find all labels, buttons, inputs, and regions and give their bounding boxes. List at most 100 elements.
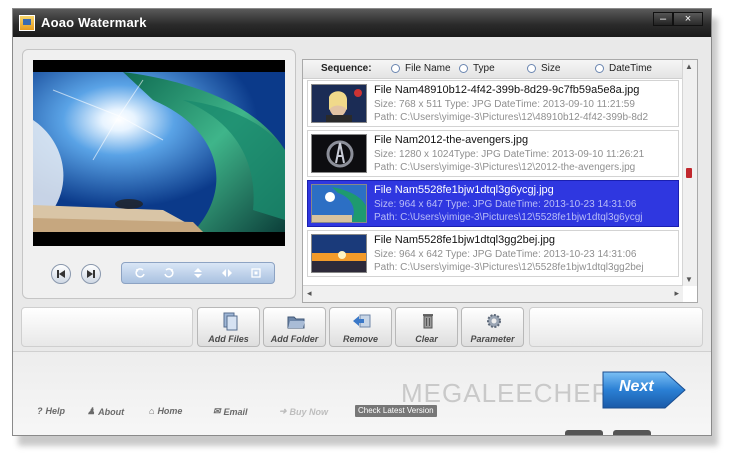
home-label: Home bbox=[157, 406, 183, 416]
toolbar-spacer bbox=[21, 307, 193, 347]
parameter-button[interactable]: Parameter bbox=[461, 307, 524, 347]
skip-back-button[interactable] bbox=[51, 264, 71, 284]
clear-label: Clear bbox=[415, 334, 438, 344]
minimize-button[interactable]: – bbox=[653, 12, 673, 26]
home-icon: ⌂ bbox=[149, 406, 155, 416]
radio-label: File Name bbox=[405, 63, 451, 74]
app-logo-icon bbox=[19, 15, 35, 31]
file-list-item[interactable]: File Nam5528fe1bjw1dtql3gg2bej.jpg Size:… bbox=[307, 230, 679, 277]
sort-type-radio[interactable]: Type bbox=[459, 63, 495, 74]
help-link[interactable]: ? Help bbox=[37, 406, 65, 416]
email-link[interactable]: ✉ Email bbox=[213, 406, 248, 417]
rotate-right-button[interactable] bbox=[160, 265, 178, 281]
thumbnail-image bbox=[311, 184, 367, 223]
scroll-up-icon[interactable]: ▲ bbox=[685, 62, 693, 71]
preview-panel bbox=[22, 49, 296, 299]
file-list: File Nam48910b12-4f42-399b-8d29-9c7fb59a… bbox=[307, 80, 679, 280]
gear-icon bbox=[487, 314, 501, 328]
action-toolbar: Add Files Add Folder Remove Clear Parame… bbox=[13, 307, 711, 351]
add-folder-button[interactable]: Add Folder bbox=[263, 307, 326, 347]
rotate-left-icon bbox=[135, 268, 146, 278]
remove-icon bbox=[353, 314, 371, 328]
remove-button[interactable]: Remove bbox=[329, 307, 392, 347]
bottom-bar: MEGALEECHER.NET Next ? Help ♟ About ⌂ Home … bbox=[13, 351, 711, 435]
flip-horizontal-icon bbox=[221, 269, 232, 277]
file-list-item[interactable]: File Nam48910b12-4f42-399b-8d29-9c7fb59a… bbox=[307, 80, 679, 127]
app-window: Aoao Watermark – × Sequence: File Name T… bbox=[12, 8, 712, 436]
scroll-thumb[interactable] bbox=[686, 168, 692, 178]
sort-datetime-radio[interactable]: DateTime bbox=[595, 63, 652, 74]
scroll-down-icon[interactable]: ▼ bbox=[685, 275, 693, 284]
add-files-label: Add Files bbox=[208, 334, 249, 344]
cart-icon: ➜ bbox=[279, 406, 287, 416]
window-tab bbox=[613, 430, 651, 435]
file-meta: Size: 1280 x 1024Type: JPG DateTime: 201… bbox=[374, 149, 645, 160]
file-name: File Nam2012-the-avengers.jpg bbox=[374, 134, 529, 146]
skip-forward-button[interactable] bbox=[81, 264, 101, 284]
add-files-icon bbox=[223, 312, 238, 331]
help-label: Help bbox=[45, 406, 66, 416]
rotate-right-icon bbox=[164, 268, 174, 278]
file-list-item[interactable]: File Nam2012-the-avengers.jpg Size: 1280… bbox=[307, 130, 679, 177]
vertical-scrollbar[interactable]: ▲ ▼ bbox=[682, 60, 697, 286]
fit-screen-icon bbox=[250, 268, 261, 278]
title-bar[interactable]: Aoao Watermark – × bbox=[13, 9, 711, 37]
scroll-right-icon[interactable]: ▸ bbox=[674, 288, 679, 299]
flip-vertical-icon bbox=[193, 268, 202, 278]
thumbnail-image bbox=[311, 234, 367, 273]
trash-icon bbox=[423, 314, 433, 329]
add-files-button[interactable]: Add Files bbox=[197, 307, 260, 347]
sort-filename-radio[interactable]: File Name bbox=[391, 63, 451, 74]
sequence-bar: Sequence: File Name Type Size DateTime bbox=[303, 60, 683, 79]
thumbnail-image bbox=[311, 84, 367, 123]
add-folder-label: Add Folder bbox=[270, 334, 319, 344]
next-button[interactable]: Next bbox=[601, 368, 689, 412]
file-meta: Size: 964 x 642 Type: JPG DateTime: 2013… bbox=[374, 249, 637, 260]
file-name: File Nam5528fe1bjw1dtql3g6ycgj.jpg bbox=[374, 184, 554, 196]
window-tab bbox=[565, 430, 603, 435]
radio-label: DateTime bbox=[609, 63, 652, 74]
file-name: File Nam48910b12-4f42-399b-8d29-9c7fb59a… bbox=[374, 84, 640, 96]
file-path: Path: C:\Users\yimige-3\Pictures\12\2012… bbox=[374, 162, 636, 173]
horizontal-scrollbar[interactable]: ◂ ▸ bbox=[303, 285, 683, 302]
file-list-item-selected[interactable]: File Nam5528fe1bjw1dtql3g6ycgj.jpg Size:… bbox=[307, 180, 679, 227]
rotate-left-button[interactable] bbox=[131, 265, 149, 281]
scroll-left-icon[interactable]: ◂ bbox=[307, 288, 312, 299]
file-name: File Nam5528fe1bjw1dtql3gg2bej.jpg bbox=[374, 234, 556, 246]
question-icon: ? bbox=[37, 406, 43, 416]
sort-size-radio[interactable]: Size bbox=[527, 63, 560, 74]
radio-dot bbox=[391, 64, 400, 73]
file-path: Path: C:\Users\yimige-3\Pictures\12\4891… bbox=[374, 112, 649, 123]
close-button[interactable]: × bbox=[673, 12, 703, 26]
home-link[interactable]: ⌂ Home bbox=[149, 406, 182, 416]
image-tools bbox=[121, 262, 275, 284]
check-version-button[interactable]: Check Latest Version bbox=[355, 405, 437, 417]
fit-screen-button[interactable] bbox=[247, 265, 265, 281]
window-title: Aoao Watermark bbox=[41, 15, 147, 30]
file-list-panel: Sequence: File Name Type Size DateTime F… bbox=[302, 59, 698, 303]
flip-horizontal-button[interactable] bbox=[218, 265, 236, 281]
buy-now-link[interactable]: ➜ Buy Now bbox=[279, 406, 328, 417]
parameter-label: Parameter bbox=[470, 334, 515, 344]
next-label: Next bbox=[619, 378, 654, 395]
preview-image bbox=[33, 60, 285, 246]
about-label: About bbox=[98, 406, 125, 417]
email-label: Email bbox=[223, 406, 248, 417]
flip-vertical-button[interactable] bbox=[189, 265, 207, 281]
envelope-icon: ✉ bbox=[213, 406, 221, 416]
radio-dot bbox=[527, 64, 536, 73]
skip-back-icon bbox=[57, 270, 65, 278]
toolbar-spacer bbox=[529, 307, 703, 347]
person-icon: ♟ bbox=[87, 406, 96, 416]
window-controls: – × bbox=[653, 12, 703, 26]
file-meta: Size: 964 x 647 Type: JPG DateTime: 2013… bbox=[374, 199, 637, 210]
radio-dot bbox=[459, 64, 468, 73]
file-path: Path: C:\Users\yimige-3\Pictures\12\5528… bbox=[374, 212, 643, 223]
skip-forward-icon bbox=[87, 270, 95, 278]
clear-button[interactable]: Clear bbox=[395, 307, 458, 347]
sequence-label: Sequence: bbox=[321, 63, 372, 74]
about-link[interactable]: ♟ About bbox=[87, 406, 124, 417]
buy-now-label: Buy Now bbox=[289, 406, 329, 417]
add-folder-icon bbox=[287, 316, 305, 329]
remove-label: Remove bbox=[342, 334, 378, 344]
